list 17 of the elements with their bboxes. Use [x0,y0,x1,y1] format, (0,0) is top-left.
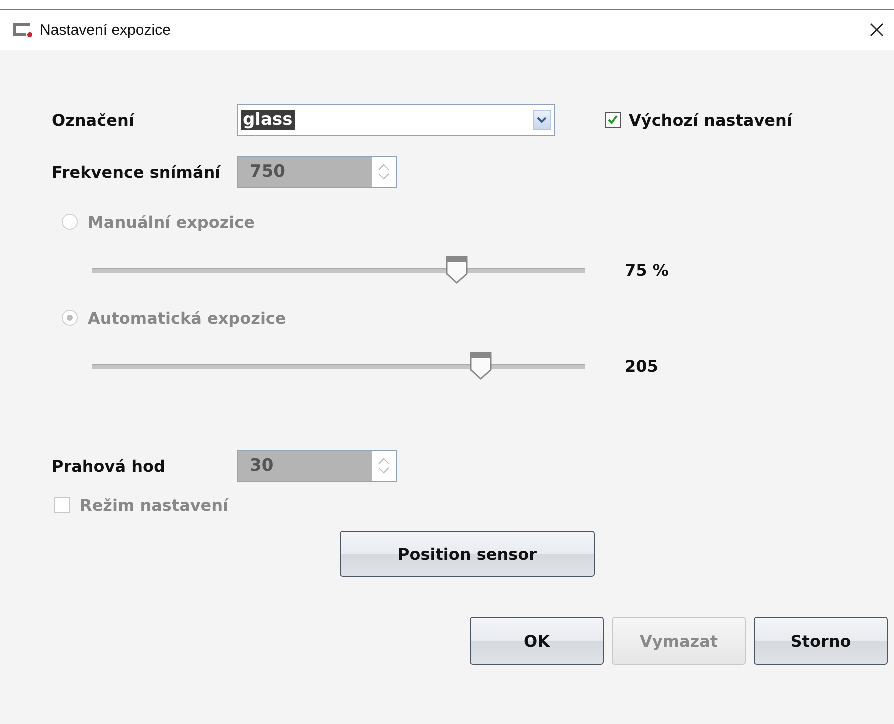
checkbox-label: Režim nastavení [80,496,229,514]
field-label: Prahová hod [52,456,166,476]
dialog-button[interactable]: Storno [754,617,888,665]
field-label: Frekvence snímání [52,162,222,182]
radio-label: Automatická expozice [88,308,286,328]
checkbox[interactable] [605,112,621,128]
dropdown-icon[interactable] [533,110,551,130]
slider-value: 205 [625,356,658,376]
app-icon [12,22,34,38]
designation-dropdown[interactable]: glass [237,104,555,136]
position-sensor-button[interactable]: Position sensor [340,531,595,577]
radio-label: Manuální expozice [88,212,255,232]
slider-value: 75 % [625,260,669,280]
field-label: Označení [52,110,136,130]
dialog-button[interactable]: OK [470,617,604,665]
checkbox-label: Výchozí nastavení [629,110,794,130]
window-title: Nastavení expozice [40,22,172,38]
